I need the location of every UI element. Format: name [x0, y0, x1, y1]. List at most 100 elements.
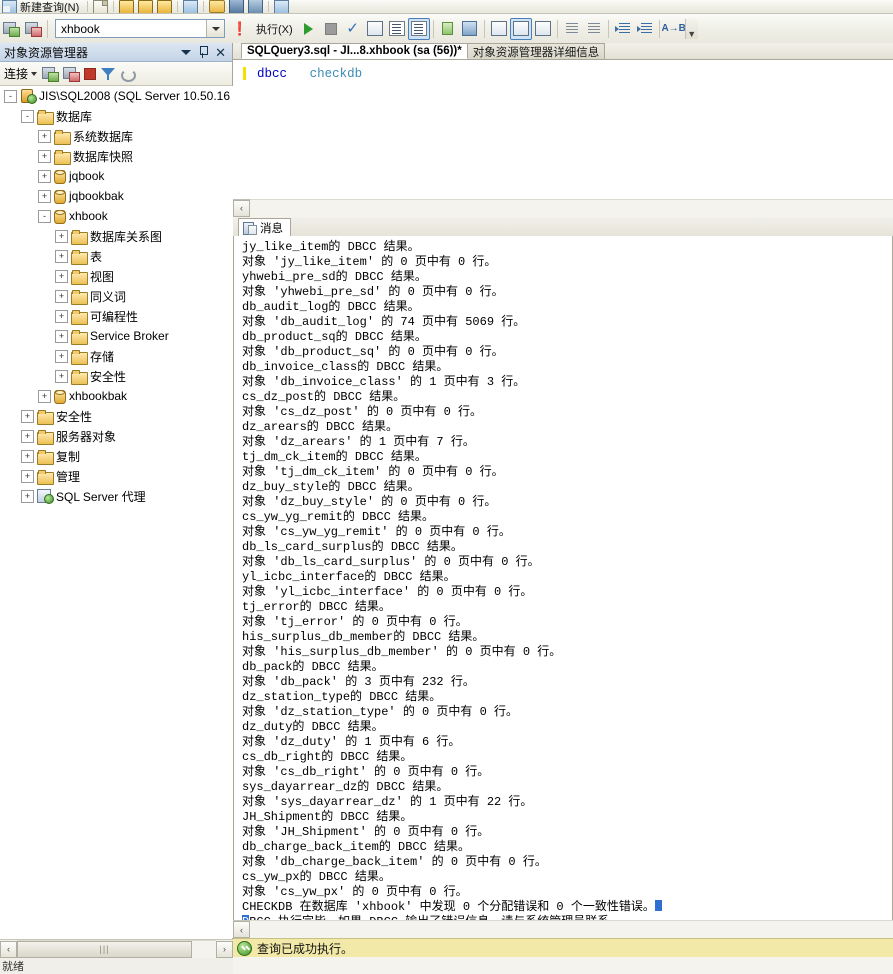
- increase-indent-button[interactable]: [583, 18, 605, 40]
- expand-icon[interactable]: +: [55, 369, 68, 383]
- collapse-icon[interactable]: -: [21, 109, 34, 123]
- window-button[interactable]: [181, 0, 200, 13]
- folder-yellow-button[interactable]: [117, 0, 136, 13]
- scroll-right-button[interactable]: ›: [216, 940, 233, 958]
- tree-node[interactable]: + 表: [0, 246, 233, 266]
- tree-node[interactable]: + 复制: [0, 446, 233, 466]
- expand-icon[interactable]: +: [55, 249, 68, 263]
- editor-scroll-left-button[interactable]: ‹: [233, 199, 250, 217]
- results-to-file-button[interactable]: [459, 18, 481, 40]
- print-button[interactable]: [272, 0, 291, 13]
- database-combo[interactable]: xhbook: [55, 19, 225, 38]
- indent-left-button[interactable]: [612, 18, 634, 40]
- messages-scroll-track[interactable]: [250, 920, 893, 939]
- tree-node[interactable]: + xhbookbak: [0, 386, 233, 406]
- object-explorer-hscrollbar[interactable]: ‹ ||| ›: [0, 939, 233, 959]
- tree-node[interactable]: + 服务器对象: [0, 426, 233, 446]
- results-to-text-button[interactable]: [407, 17, 430, 40]
- scroll-thumb[interactable]: |||: [17, 940, 192, 958]
- save-button[interactable]: [227, 0, 246, 13]
- open-folder-button[interactable]: [207, 0, 227, 13]
- execute-button[interactable]: 执行(X): [251, 14, 298, 43]
- connect-server-icon[interactable]: [42, 66, 60, 82]
- results-tabstrip[interactable]: 消息: [233, 217, 893, 236]
- refresh-icon[interactable]: [120, 67, 137, 82]
- scroll-left-button[interactable]: ‹: [0, 940, 17, 958]
- tree-node[interactable]: + 可编程性: [0, 306, 233, 326]
- connect-button[interactable]: [0, 18, 22, 40]
- connect-dropdown-button[interactable]: 连接: [4, 65, 37, 82]
- tree-node[interactable]: + 安全性: [0, 406, 233, 426]
- filter-icon[interactable]: [101, 67, 116, 80]
- save-all-button[interactable]: [246, 0, 265, 13]
- expand-icon[interactable]: +: [38, 149, 51, 163]
- expand-icon[interactable]: +: [55, 289, 68, 303]
- expand-icon[interactable]: +: [21, 469, 34, 483]
- tree-node[interactable]: + jqbook: [0, 166, 233, 186]
- comment-button[interactable]: [509, 17, 532, 40]
- expand-icon[interactable]: +: [21, 489, 34, 503]
- toolbar-overflow-icon[interactable]: ▼: [684, 18, 698, 39]
- estimated-plan-button[interactable]: [364, 18, 386, 40]
- folder-new-button[interactable]: [155, 0, 174, 13]
- panel-menu-icon[interactable]: [181, 49, 192, 55]
- expand-icon[interactable]: +: [55, 229, 68, 243]
- tree-node[interactable]: + 数据库关系图: [0, 226, 233, 246]
- tree-node[interactable]: + SQL Server 代理: [0, 486, 233, 506]
- expand-icon[interactable]: +: [38, 389, 51, 403]
- tree-node[interactable]: + jqbookbak: [0, 186, 233, 206]
- expand-icon[interactable]: +: [55, 349, 68, 363]
- tab-active-document[interactable]: SQLQuery3.sql - JI...8.xhbook (sa (56))*: [241, 43, 468, 59]
- pin-icon[interactable]: [198, 46, 209, 58]
- expand-icon[interactable]: +: [21, 429, 34, 443]
- results-to-grid-button[interactable]: [437, 18, 459, 40]
- messages-scroll-left-button[interactable]: ‹: [233, 921, 250, 938]
- decrease-indent-button[interactable]: [561, 18, 583, 40]
- folder-yellow2-button[interactable]: [136, 0, 155, 13]
- tab-messages[interactable]: 消息: [238, 218, 291, 236]
- tree-node[interactable]: - xhbook: [0, 206, 233, 226]
- disconnect-server-icon[interactable]: [63, 66, 81, 82]
- tree-node[interactable]: - 数据库: [0, 106, 233, 126]
- tree-node[interactable]: + Service Broker: [0, 326, 233, 346]
- expand-icon[interactable]: +: [21, 409, 34, 423]
- tab-object-explorer-details[interactable]: 对象资源管理器详细信息: [466, 43, 606, 59]
- tree-node[interactable]: + 同义词: [0, 286, 233, 306]
- tree-node[interactable]: - JIS\SQL2008 (SQL Server 10.50.16: [0, 86, 233, 106]
- include-actual-plan-button[interactable]: [488, 18, 510, 40]
- document-tabstrip[interactable]: SQLQuery3.sql - JI...8.xhbook (sa (56))*…: [233, 43, 893, 60]
- tree-node[interactable]: + 视图: [0, 266, 233, 286]
- expand-icon[interactable]: +: [38, 169, 51, 183]
- disconnect-button[interactable]: [22, 18, 44, 40]
- indent-right-button[interactable]: [634, 18, 656, 40]
- expand-icon[interactable]: +: [55, 329, 68, 343]
- sql-editor[interactable]: dbcc checkdb: [233, 60, 893, 200]
- messages-output[interactable]: jy_like_item的 DBCC 结果。 对象 'jy_like_item' …: [233, 236, 893, 936]
- tree-node[interactable]: + 数据库快照: [0, 146, 233, 166]
- tree-node[interactable]: + 存储: [0, 346, 233, 366]
- new-query-button[interactable]: 新建查询(N): [0, 0, 84, 13]
- stop-button[interactable]: [320, 18, 342, 40]
- query-options-button[interactable]: [386, 18, 408, 40]
- expand-icon[interactable]: +: [38, 129, 51, 143]
- tree-node[interactable]: + 系统数据库: [0, 126, 233, 146]
- editor-hscrollbar[interactable]: ‹: [233, 198, 893, 218]
- tree-node[interactable]: + 安全性: [0, 366, 233, 386]
- debug-button[interactable]: ❗: [229, 18, 251, 40]
- parse-button[interactable]: ✓: [342, 18, 364, 40]
- spell-check-button[interactable]: A→B: [661, 18, 685, 40]
- collapse-icon[interactable]: -: [38, 209, 51, 223]
- tree-node[interactable]: + 管理: [0, 466, 233, 486]
- expand-icon[interactable]: +: [55, 269, 68, 283]
- collapse-icon[interactable]: -: [4, 89, 17, 103]
- uncomment-button[interactable]: [532, 18, 554, 40]
- messages-hscrollbar[interactable]: ‹: [233, 920, 893, 939]
- expand-icon[interactable]: +: [55, 309, 68, 323]
- run-button[interactable]: [298, 18, 320, 40]
- scroll-track[interactable]: |||: [17, 939, 216, 959]
- close-icon[interactable]: ✕: [215, 46, 226, 59]
- expand-icon[interactable]: +: [38, 189, 51, 203]
- expand-icon[interactable]: +: [21, 449, 34, 463]
- chevron-down-icon[interactable]: [206, 20, 224, 37]
- new-doc-button[interactable]: [91, 0, 110, 13]
